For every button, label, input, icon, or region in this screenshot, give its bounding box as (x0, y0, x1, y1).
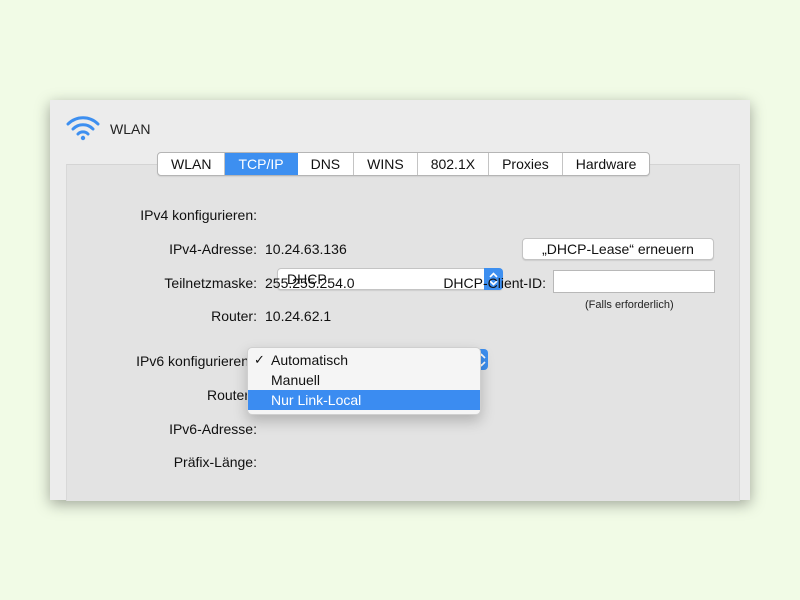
tab-proxies[interactable]: Proxies (489, 153, 563, 175)
menu-item-manuell[interactable]: Manuell (248, 370, 480, 390)
wifi-icon (66, 116, 100, 141)
ipv6-address-label: IPv6-Adresse: (169, 421, 257, 437)
subnet-mask-value: 255.255.254.0 (265, 275, 355, 291)
tab-tcpip[interactable]: TCP/IP (225, 153, 298, 175)
dhcp-client-id-label: DHCP-Client-ID: (443, 275, 546, 291)
menu-item-label: Automatisch (271, 352, 349, 368)
ipv6-router-label: Router (206, 387, 249, 403)
router-label: Router: (211, 308, 257, 324)
menu-item-label: Manuell (271, 372, 321, 388)
prefix-length-label: Präfix-Länge: (173, 454, 257, 470)
ipv4-address-label: IPv4-Adresse: (169, 241, 257, 257)
ipv6-configure-label: IPv6 konfigurieren (136, 353, 249, 369)
tcpip-panel: IPv4 konfigurieren: DHCP IPv4-Adresse: 1… (66, 164, 740, 501)
router-value: 10.24.62.1 (265, 308, 332, 324)
ipv4-address-value: 10.24.63.136 (265, 241, 347, 257)
tab-dns[interactable]: DNS (298, 153, 355, 175)
menu-item-label: Nur Link-Local (271, 392, 362, 408)
network-settings-window: WLAN IPv4 konfigurieren: DHCP IPv4-Adres… (50, 100, 750, 501)
menu-item-nur-link-local[interactable]: Nur Link-Local (248, 390, 480, 410)
tab-wins[interactable]: WINS (354, 153, 418, 175)
renew-dhcp-lease-button[interactable]: „DHCP-Lease“ erneuern (522, 238, 714, 260)
subnet-mask-label: Teilnetzmaske: (164, 275, 257, 291)
ipv6-configure-menu: ✓ Automatisch Manuell Nur Link-Local (247, 347, 481, 415)
tab-bar: WLAN TCP/IP DNS WINS 802.1X Proxies Hard… (157, 152, 651, 176)
tab-8021x[interactable]: 802.1X (418, 153, 490, 175)
dhcp-client-id-field[interactable] (553, 270, 715, 293)
checkmark-icon: ✓ (254, 352, 265, 367)
ipv4-configure-label: IPv4 konfigurieren: (140, 207, 257, 223)
tab-hardware[interactable]: Hardware (563, 153, 650, 175)
tab-wlan[interactable]: WLAN (158, 153, 226, 175)
dhcp-client-id-hint: (Falls erforderlich) (585, 299, 674, 311)
window-title: WLAN (110, 121, 151, 137)
menu-item-automatisch[interactable]: ✓ Automatisch (248, 350, 480, 370)
